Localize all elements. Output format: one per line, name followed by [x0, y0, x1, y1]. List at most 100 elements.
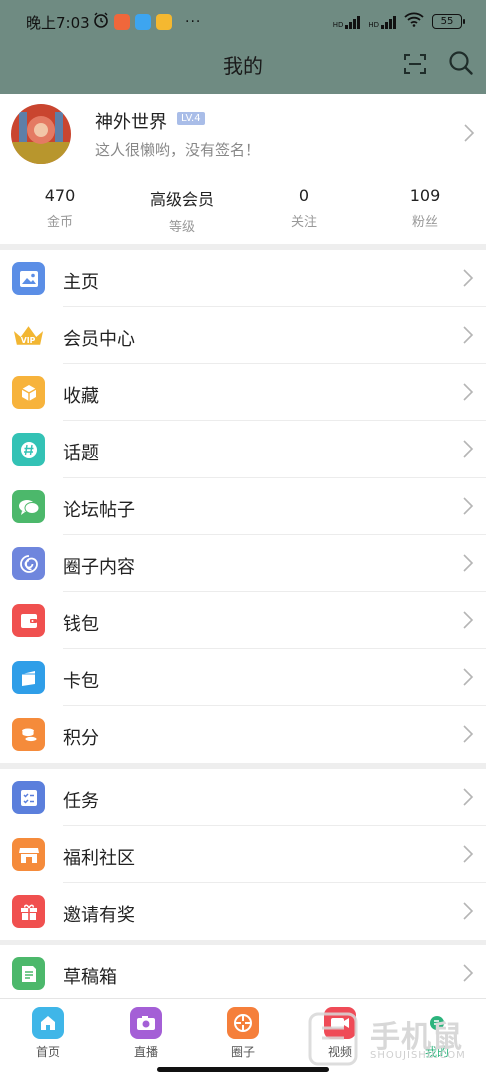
tab-label: 直播 — [133, 1045, 158, 1059]
menu-item-label: 钱包 — [63, 614, 99, 635]
username: 神外世界 — [95, 112, 167, 133]
menu-item-circle-content[interactable]: 圈子内容 — [0, 535, 486, 592]
search-icon[interactable] — [448, 50, 474, 76]
draft-icon — [12, 957, 45, 990]
gift-icon — [12, 895, 45, 928]
chevron-right-icon — [462, 439, 474, 459]
camera-icon — [130, 1007, 162, 1039]
chevron-right-icon — [462, 496, 474, 516]
menu-item-invite-rewards[interactable]: 邀请有奖 — [0, 883, 486, 940]
chevron-right-icon — [462, 901, 474, 921]
chevron-right-icon — [462, 610, 474, 630]
chevron-right-icon — [462, 382, 474, 402]
chevron-right-icon — [462, 844, 474, 864]
profile-card[interactable]: 神外世界 LV.4 这人很懒哟，没有签名！ 470 金币 高级会员 等级 0 关… — [0, 94, 486, 244]
tab-label: 圈子 — [230, 1045, 255, 1059]
stat-label: 金币 — [46, 215, 73, 230]
stat-value: 0 — [298, 186, 310, 205]
stat-label: 等级 — [168, 220, 195, 235]
more-notifications-icon: ··· — [185, 14, 202, 30]
menu-item-home[interactable]: 主页 — [0, 250, 486, 307]
chat-icon — [12, 490, 45, 523]
alarm-icon — [93, 12, 109, 32]
aperture-icon — [227, 1007, 259, 1039]
stat-value: 109 — [409, 186, 441, 205]
status-bar: 晚上7:03 ··· HD HD 55 — [0, 0, 486, 44]
menu-group-tasks: 任务 福利社区 邀请有奖 — [0, 769, 486, 940]
menu-item-label: 草稿箱 — [63, 967, 117, 988]
menu-item-label: 收藏 — [63, 386, 99, 407]
stat-followers[interactable]: 109 粉丝 — [375, 186, 475, 230]
menu-item-label: 圈子内容 — [63, 557, 135, 578]
svg-text:VIP: VIP — [21, 335, 36, 344]
image-icon — [12, 262, 45, 295]
menu-item-forum-posts[interactable]: 论坛帖子 — [0, 478, 486, 535]
stat-following[interactable]: 0 关注 — [254, 186, 354, 230]
stat-value: 高级会员 — [149, 190, 214, 209]
profile-stats: 470 金币 高级会员 等级 0 关注 109 粉丝 — [0, 186, 486, 236]
card-icon — [12, 661, 45, 694]
stat-coins[interactable]: 470 金币 — [10, 186, 110, 230]
stat-label: 关注 — [290, 215, 317, 230]
tab-home[interactable]: 首页 — [18, 1007, 78, 1060]
stat-value: 470 — [44, 186, 76, 205]
menu-item-label: 邀请有奖 — [63, 905, 135, 926]
level-badge: LV.4 — [177, 112, 205, 125]
menu-item-label: 福利社区 — [63, 848, 135, 869]
status-right-icons: HD HD 55 — [333, 12, 465, 31]
menu-item-label: 论坛帖子 — [63, 500, 135, 521]
user-signature: 这人很懒哟，没有签名！ — [95, 141, 261, 159]
menu-item-label: 卡包 — [63, 671, 99, 692]
menu-item-wallet[interactable]: 钱包 — [0, 592, 486, 649]
menu-item-favorites[interactable]: 收藏 — [0, 364, 486, 421]
menu-group-drafts: 草稿箱 — [0, 945, 486, 1002]
status-time: 晚上7:03 — [26, 14, 90, 32]
chevron-right-icon — [462, 268, 474, 288]
stat-label: 粉丝 — [411, 215, 438, 230]
menu-item-tasks[interactable]: 任务 — [0, 769, 486, 826]
wifi-icon — [404, 12, 424, 31]
menu-item-vip-center[interactable]: VIP 会员中心 — [0, 307, 486, 364]
hashtag-icon — [12, 433, 45, 466]
menu-item-drafts[interactable]: 草稿箱 — [0, 945, 486, 1002]
tab-circle[interactable]: 圈子 — [213, 1007, 273, 1060]
tab-live[interactable]: 直播 — [116, 1007, 176, 1060]
menu-item-label: 积分 — [63, 728, 99, 749]
crown-icon: VIP — [12, 319, 45, 352]
store-icon — [12, 838, 45, 871]
menu-item-label: 会员中心 — [63, 329, 135, 350]
menu-group-main: 主页 VIP 会员中心 收藏 话题 论坛帖子 圈子内容 钱包 卡包 积分 — [0, 250, 486, 763]
chevron-right-icon — [462, 667, 474, 687]
chevron-right-icon — [462, 122, 476, 144]
tab-label: 首页 — [35, 1045, 60, 1059]
stat-level[interactable]: 高级会员 等级 — [132, 186, 232, 235]
watermark-url: SHOUJISHU.COM — [370, 1050, 466, 1061]
signal-icon-2: HD — [368, 15, 396, 29]
chevron-right-icon — [462, 553, 474, 573]
chevron-right-icon — [462, 724, 474, 744]
chevron-right-icon — [462, 963, 474, 983]
top-header: 晚上7:03 ··· HD HD 55 我的 — [0, 0, 486, 94]
task-icon — [12, 781, 45, 814]
message-notification-icon — [156, 14, 172, 30]
menu-item-topics[interactable]: 话题 — [0, 421, 486, 478]
menu-item-label: 话题 — [63, 443, 99, 464]
avatar[interactable] — [11, 104, 71, 164]
coins-icon — [12, 718, 45, 751]
status-notification-icons: ··· — [93, 12, 201, 32]
box-icon — [12, 376, 45, 409]
wallet-icon — [12, 604, 45, 637]
signal-icon: HD — [333, 15, 361, 29]
swirl-icon — [12, 547, 45, 580]
menu-item-welfare-community[interactable]: 福利社区 — [0, 826, 486, 883]
menu-item-label: 主页 — [63, 272, 99, 293]
battery-icon: 55 — [432, 14, 465, 29]
menu-item-card-wallet[interactable]: 卡包 — [0, 649, 486, 706]
menu-item-label: 任务 — [63, 791, 99, 812]
home-indicator[interactable] — [157, 1067, 329, 1072]
cloud-notification-icon — [135, 14, 151, 30]
scan-icon[interactable] — [403, 52, 427, 76]
app-notification-icon — [114, 14, 130, 30]
menu-item-points[interactable]: 积分 — [0, 706, 486, 763]
chevron-right-icon — [462, 325, 474, 345]
